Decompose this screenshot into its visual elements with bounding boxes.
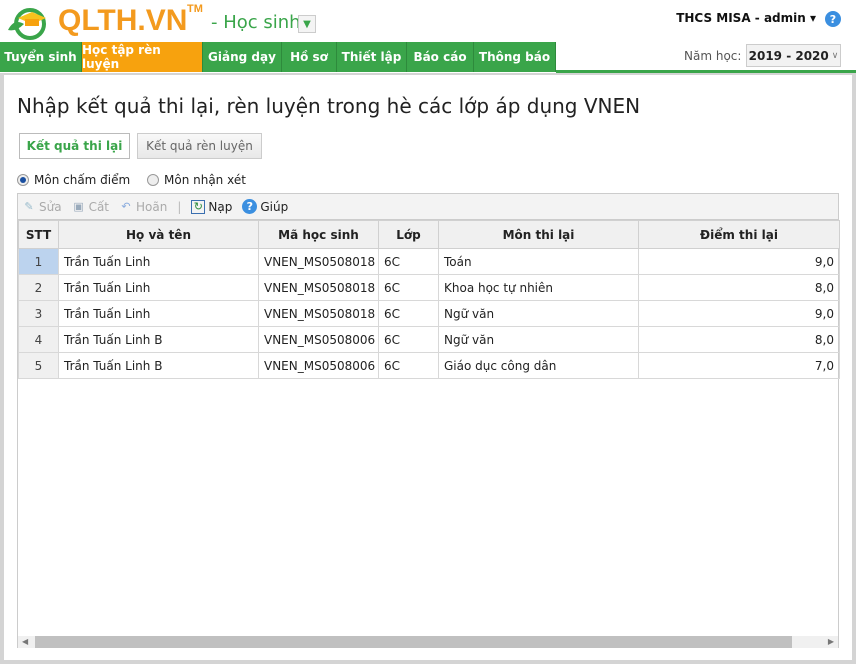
nav-thong-bao[interactable]: Thông báo <box>474 42 556 72</box>
undo-icon: ↶ <box>121 200 131 213</box>
caret-down-icon: ▼ <box>303 18 311 30</box>
table-row[interactable]: 3 Trần Tuấn Linh VNEN_MS0508018 6C Ngữ văn 9,… <box>18 300 840 327</box>
toolbar: ✎ Sửa ▣ Cất ↶ Hoãn | ↻ Nạp ? Giúp <box>17 193 839 220</box>
table-row[interactable]: 5 Trần Tuấn Linh B VNEN_MS0508006 6C Giáo dụ… <box>18 352 840 379</box>
nav-tuyen-sinh[interactable]: Tuyển sinh <box>0 42 82 72</box>
nav-giang-day[interactable]: Giảng dạy <box>203 42 282 72</box>
radio-mon-cham-diem[interactable]: Môn chấm điểm <box>17 173 130 187</box>
col-header-class[interactable]: Lớp <box>378 220 439 249</box>
reload-button[interactable]: ↻ Nạp <box>191 199 232 214</box>
cell-name[interactable]: Trần Tuấn Linh <box>58 300 259 327</box>
cell-subject[interactable]: Toán <box>438 248 639 275</box>
year-label: Năm học: <box>684 49 742 63</box>
help-icon: ? <box>242 199 258 214</box>
trademark: TM <box>187 3 203 15</box>
edit-button[interactable]: ✎ Sửa <box>22 200 61 214</box>
cell-student-id[interactable]: VNEN_MS0508018 <box>258 248 379 275</box>
cell-subject[interactable]: Khoa học tự nhiên <box>438 274 639 301</box>
cell-student-id[interactable]: VNEN_MS0508006 <box>258 326 379 353</box>
nav-bao-cao[interactable]: Báo cáo <box>407 42 474 72</box>
col-header-subject[interactable]: Môn thi lại <box>438 220 639 249</box>
cell-score[interactable]: 7,0 <box>638 352 840 379</box>
toolbar-divider: | <box>177 199 182 214</box>
cell-name[interactable]: Trần Tuấn Linh <box>58 274 259 301</box>
cell-class[interactable]: 6C <box>378 326 439 353</box>
save-icon: ▣ <box>73 200 84 213</box>
cell-stt[interactable]: 2 <box>18 274 59 301</box>
cell-name[interactable]: Trần Tuấn Linh B <box>58 326 259 353</box>
reload-icon: ↻ <box>191 199 206 214</box>
cell-stt[interactable]: 4 <box>18 326 59 353</box>
col-header-stt[interactable]: STT <box>18 220 59 249</box>
radio-mon-nhan-xet[interactable]: Môn nhận xét <box>147 173 246 187</box>
scroll-left-icon[interactable]: ◀ <box>22 636 28 648</box>
cell-subject[interactable]: Giáo dục công dân <box>438 352 639 379</box>
help-button[interactable]: ? Giúp <box>242 199 288 214</box>
scrollbar-thumb[interactable] <box>35 636 792 648</box>
cell-stt[interactable]: 3 <box>18 300 59 327</box>
table-row[interactable]: 1 Trần Tuấn Linh VNEN_MS0508018 6C Toán 9,0 <box>18 248 840 275</box>
cell-score[interactable]: 8,0 <box>638 326 840 353</box>
horizontal-scrollbar[interactable]: ◀ ▶ <box>18 636 838 648</box>
table-row[interactable]: 2 Trần Tuấn Linh VNEN_MS0508018 6C Khoa học … <box>18 274 840 301</box>
edit-icon: ✎ <box>24 200 34 213</box>
role-label: - Học sinh <box>211 12 301 33</box>
cell-name[interactable]: Trần Tuấn Linh <box>58 248 259 275</box>
cell-name[interactable]: Trần Tuấn Linh B <box>58 352 259 379</box>
col-header-student-id[interactable]: Mã học sinh <box>258 220 379 249</box>
nav-thiet-lap[interactable]: Thiết lập <box>337 42 407 72</box>
table-row[interactable]: 4 Trần Tuấn Linh B VNEN_MS0508006 6C Ngữ văn… <box>18 326 840 353</box>
user-menu[interactable]: THCS MISA - admin ▾ <box>676 11 816 25</box>
col-header-score[interactable]: Điểm thi lại <box>638 220 840 249</box>
save-button[interactable]: ▣ Cất <box>72 200 109 214</box>
year-select[interactable]: 2019 - 2020 ∨ <box>746 44 841 67</box>
col-header-name[interactable]: Họ và tên <box>58 220 259 249</box>
cell-stt[interactable]: 1 <box>18 248 59 275</box>
logo-icon <box>8 8 46 40</box>
main-nav: Tuyển sinh Học tập rèn luyện Giảng dạy H… <box>0 42 556 72</box>
scroll-right-icon[interactable]: ▶ <box>828 636 834 648</box>
cell-class[interactable]: 6C <box>378 274 439 301</box>
nav-ho-so[interactable]: Hồ sơ <box>282 42 337 72</box>
radio-label: Môn nhận xét <box>164 173 246 187</box>
cell-score[interactable]: 9,0 <box>638 300 840 327</box>
cell-subject[interactable]: Ngữ văn <box>438 300 639 327</box>
chevron-down-icon: ∨ <box>831 50 839 61</box>
radio-label: Môn chấm điểm <box>34 173 131 187</box>
results-grid: STT Họ và tên Mã học sinh Lớp Môn thi lạ… <box>17 220 840 648</box>
cell-score[interactable]: 9,0 <box>638 248 840 275</box>
cell-subject[interactable]: Ngữ văn <box>438 326 639 353</box>
cell-student-id[interactable]: VNEN_MS0508018 <box>258 300 379 327</box>
role-dropdown-button[interactable]: ▼ <box>298 15 316 33</box>
cell-stt[interactable]: 5 <box>18 352 59 379</box>
tab-ket-qua-thi-lai[interactable]: Kết quả thi lại <box>19 133 130 159</box>
cell-class[interactable]: 6C <box>378 300 439 327</box>
help-icon[interactable]: ? <box>825 11 841 27</box>
year-value: 2019 - 2020 <box>748 48 829 63</box>
logo-text: QLTH.VN <box>58 4 188 37</box>
cell-student-id[interactable]: VNEN_MS0508006 <box>258 352 379 379</box>
cell-score[interactable]: 8,0 <box>638 274 840 301</box>
tab-ket-qua-ren-luyen[interactable]: Kết quả rèn luyện <box>137 133 262 159</box>
cell-class[interactable]: 6C <box>378 248 439 275</box>
nav-hoc-tap-ren-luyen[interactable]: Học tập rèn luyện <box>82 42 203 72</box>
undo-button[interactable]: ↶ Hoãn <box>119 200 167 214</box>
page-title: Nhập kết quả thi lại, rèn luyện trong hè… <box>17 94 641 118</box>
cell-student-id[interactable]: VNEN_MS0508018 <box>258 274 379 301</box>
cell-class[interactable]: 6C <box>378 352 439 379</box>
